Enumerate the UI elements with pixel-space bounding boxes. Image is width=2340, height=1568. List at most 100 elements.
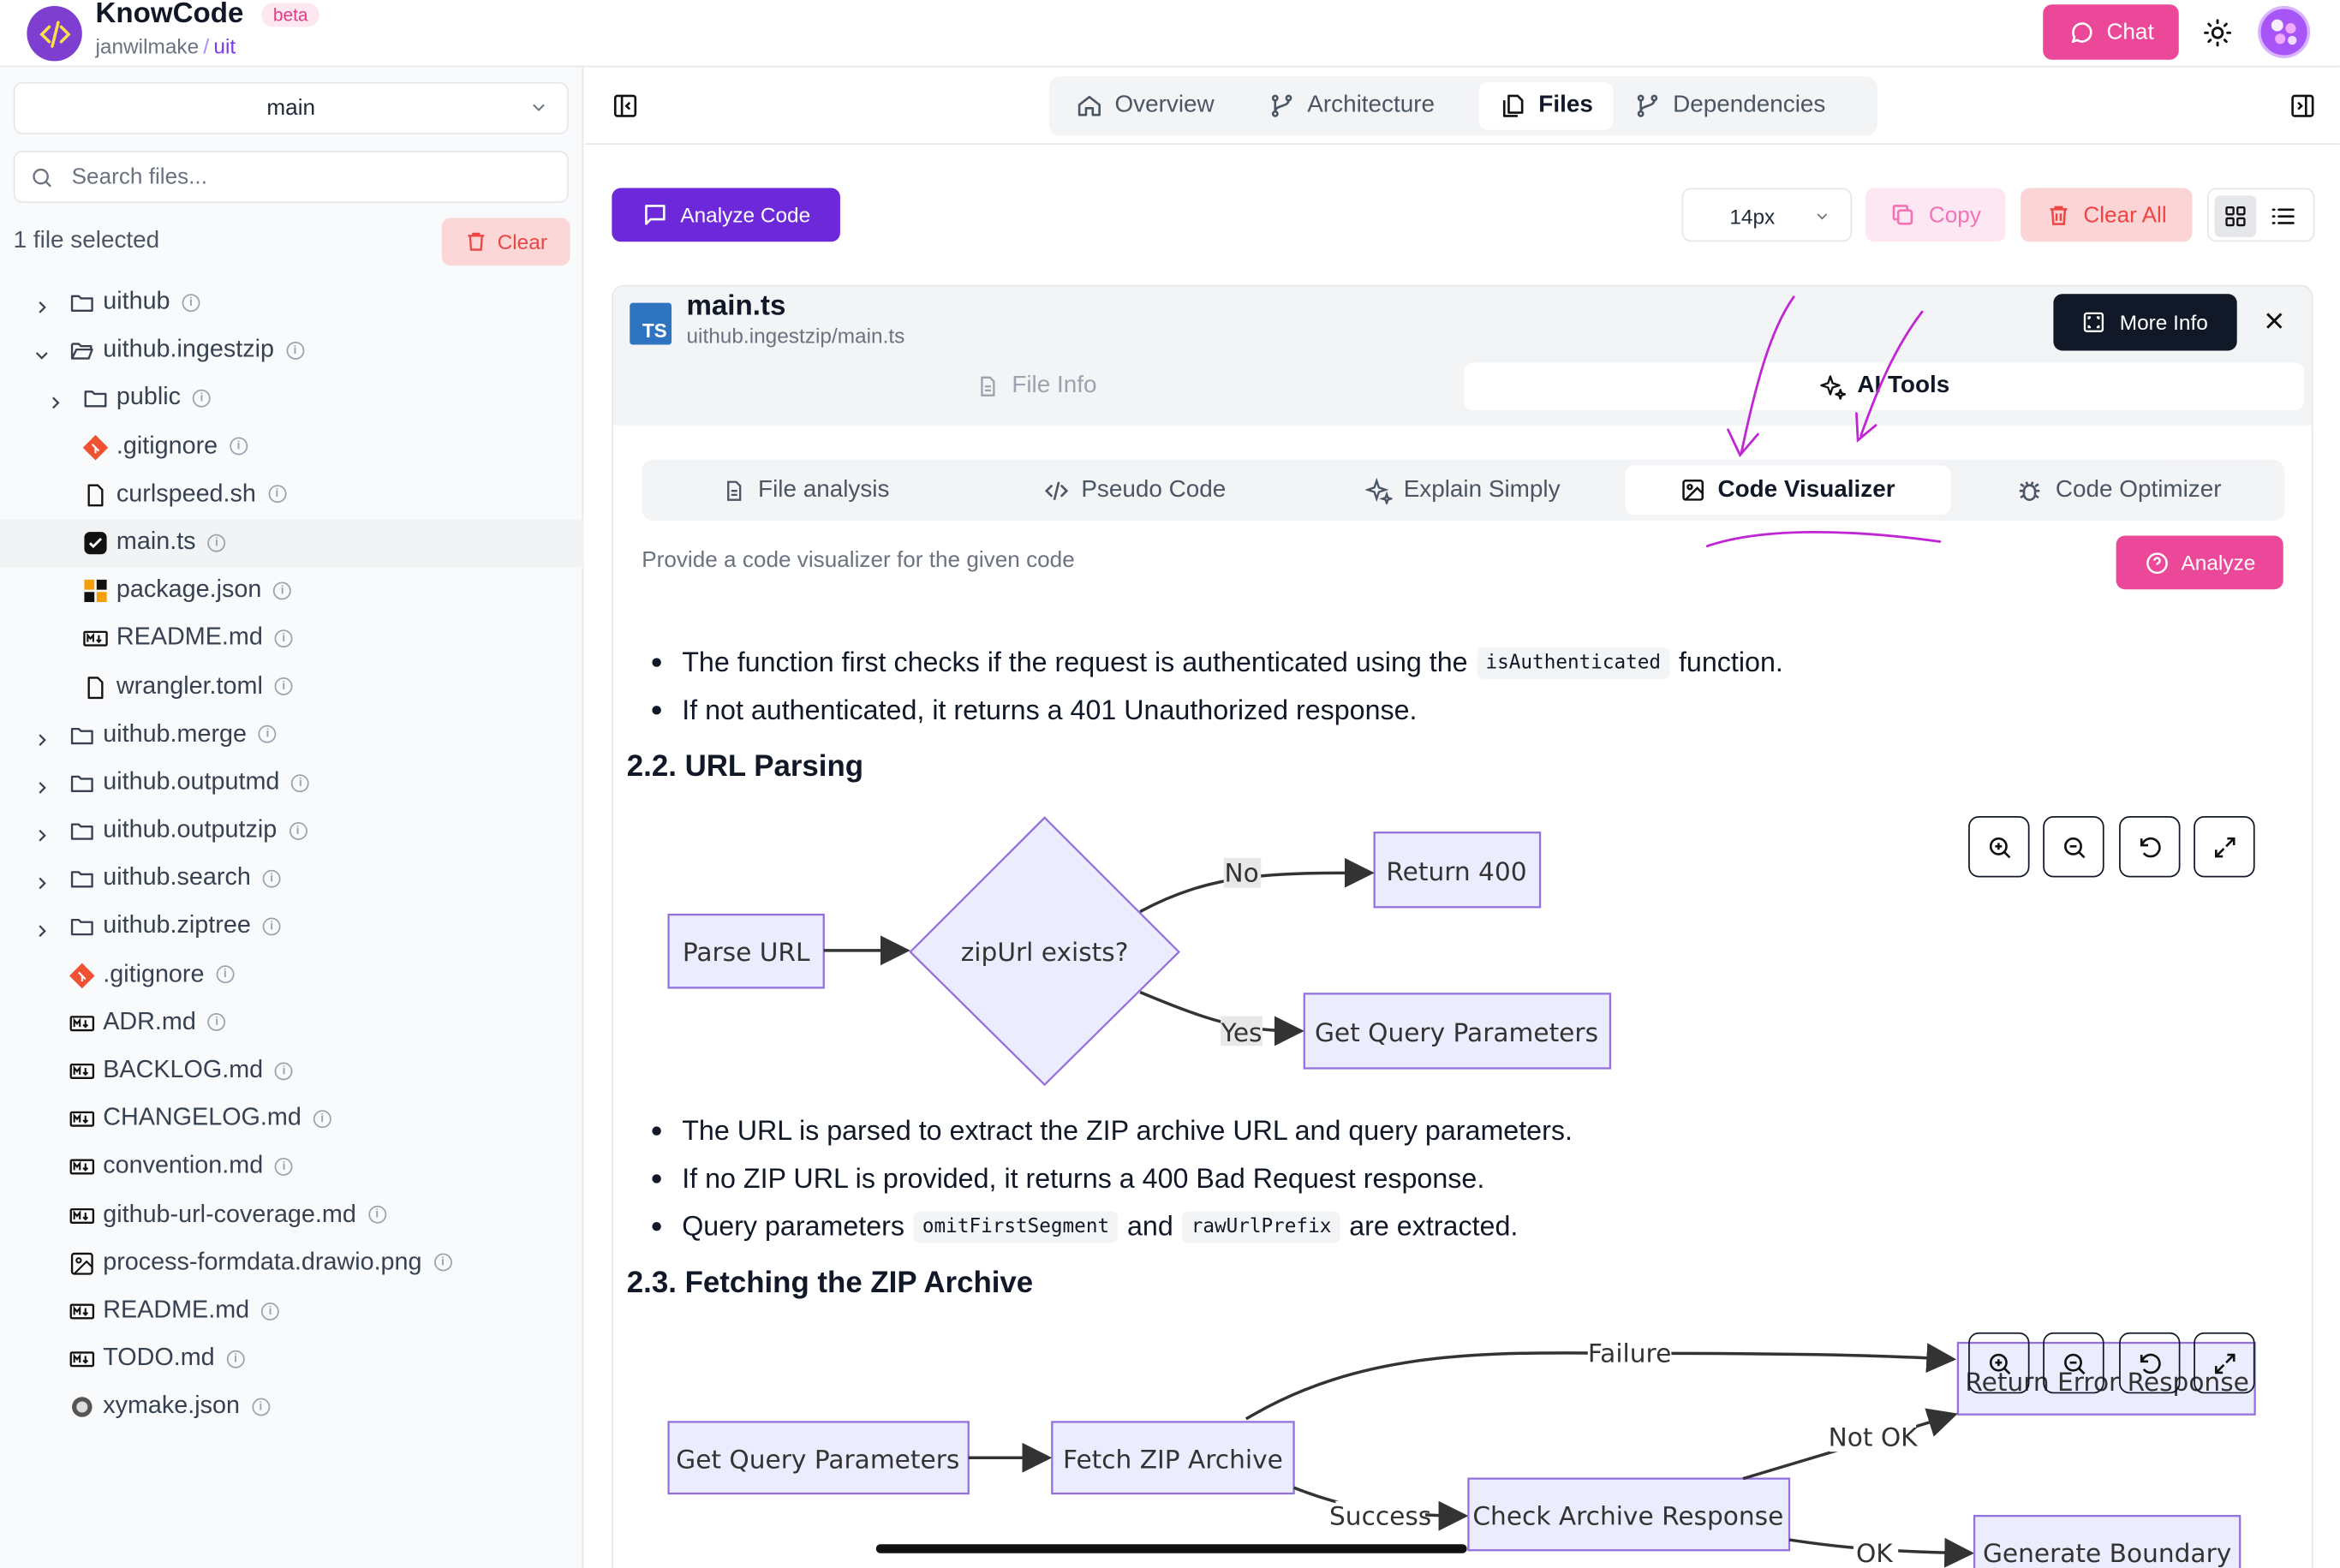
tree-item[interactable]: uithub.search i [0,856,583,903]
knowcode-logo[interactable] [27,5,82,62]
tree-item[interactable]: TODO.md i [0,1336,583,1384]
tree-item[interactable]: .gitignore i [0,951,583,999]
info-icon[interactable]: i [261,1302,280,1321]
tree-item-text: README.md [116,623,263,652]
tree-item[interactable]: process-formdata.drawio.png i [0,1239,583,1287]
tree-item[interactable]: README.md i [0,1287,583,1335]
zoom-out-button[interactable] [2043,1332,2104,1394]
chevron-right-icon[interactable] [33,776,51,804]
tree-item-text: github-url-coverage.md [103,1200,356,1228]
breadcrumb-owner[interactable]: janwilmake [96,34,200,58]
tree-item[interactable]: README.md i [0,615,583,663]
tree-item[interactable]: convention.md i [0,1143,583,1191]
markdown-icon [69,1298,95,1325]
tree-item[interactable]: BACKLOG.md i [0,1047,583,1095]
breadcrumb-repo[interactable]: uit [213,34,236,58]
info-icon[interactable]: i [367,1206,386,1225]
search-placeholder: Search files... [71,164,207,190]
reset-zoom-button[interactable] [2119,1332,2181,1394]
info-icon[interactable]: i [258,725,277,744]
info-icon[interactable]: i [262,917,281,936]
clear-selection-button[interactable]: Clear [441,218,570,266]
info-icon[interactable]: i [291,773,310,792]
expand-button[interactable] [2194,1332,2255,1394]
search-icon [33,168,52,188]
info-icon[interactable]: i [207,534,226,551]
tree-item-label: uithub.search i [103,864,281,892]
info-icon[interactable]: i [274,677,293,696]
theme-toggle-icon[interactable] [2203,18,2233,48]
tree-item[interactable]: uithub.merge i [0,712,583,760]
tree-item-text: uithub.ziptree [103,912,251,939]
info-icon[interactable]: i [226,1350,245,1368]
file-icon [82,481,109,508]
chevron-down-icon [533,104,545,111]
zoom-out-icon [2063,1352,2085,1374]
chevron-right-icon[interactable] [33,920,51,948]
tree-item-text: ADR.md [103,1008,196,1035]
tree-item[interactable]: github-url-coverage.md i [0,1191,583,1239]
info-icon[interactable]: i [267,485,286,504]
info-icon[interactable]: i [285,341,304,360]
breadcrumb: janwilmake / uit [95,34,236,58]
info-icon[interactable]: i [273,581,292,599]
chevron-right-icon[interactable] [46,391,64,420]
folder-icon [82,385,109,412]
info-icon[interactable]: i [289,821,307,840]
tree-item[interactable]: uithub.ziptree i [0,903,583,951]
horizontal-scrollbar[interactable] [875,1544,1467,1553]
chevron-right-icon[interactable] [33,295,51,324]
tree-item-label: uithub i [103,288,200,316]
folder-icon [69,770,95,796]
info-icon[interactable]: i [262,869,281,888]
tree-item[interactable]: uithub i [0,279,583,327]
markdown-icon [82,626,109,653]
info-icon[interactable]: i [274,629,293,648]
chevron-down-icon[interactable] [33,343,51,372]
info-icon[interactable]: i [182,293,200,312]
info-icon[interactable]: i [313,1109,331,1128]
zoom-in-button[interactable] [1968,1332,2030,1394]
tree-item-text: process-formdata.drawio.png [103,1248,422,1276]
edge-label-not-ok: Not OK [1829,1422,1919,1452]
info-icon[interactable]: i [230,437,248,456]
tree-item[interactable]: uithub.outputzip i [0,808,583,856]
tree-item[interactable]: uithub.ingestzip i [0,327,583,375]
folder-icon [69,722,95,748]
tree-item-text: public [116,384,182,411]
chevron-right-icon[interactable] [33,824,51,852]
rotate-ccw-icon [2140,1352,2160,1374]
tree-item[interactable]: wrangler.toml i [0,663,583,711]
info-icon[interactable]: i [275,1061,294,1080]
user-avatar[interactable] [2258,5,2311,58]
chat-button[interactable]: Chat [2043,4,2179,60]
info-icon[interactable]: i [275,1158,294,1176]
tree-item[interactable]: main.ts i [0,519,584,568]
tree-item[interactable]: xymake.json i [0,1384,583,1432]
info-icon[interactable]: i [433,1254,452,1273]
tree-item[interactable]: package.json i [0,567,583,615]
info-icon[interactable]: i [207,1013,226,1032]
info-icon[interactable]: i [251,1398,270,1416]
info-icon[interactable]: i [192,389,211,408]
tree-item[interactable]: ADR.md i [0,999,583,1047]
chevron-right-icon[interactable] [33,872,51,900]
edge-label-success: Success [1329,1502,1431,1531]
info-icon[interactable]: i [216,965,235,984]
tree-item[interactable]: curlspeed.sh i [0,471,583,519]
app-title: KnowCode [95,0,244,30]
tree-item-label: uithub.ingestzip i [103,336,304,364]
markdown-icon [69,1154,95,1180]
node-generate-boundary-label: Generate Boundary [1983,1539,2231,1568]
tree-item[interactable]: CHANGELOG.md i [0,1095,583,1143]
tree-item[interactable]: .gitignore i [0,423,583,471]
search-files-input[interactable]: Search files... [13,150,569,203]
tree-item[interactable]: uithub.outputmd i [0,760,583,808]
tree-item-text: .gitignore [116,432,218,459]
beta-badge: beta [260,3,320,27]
chevron-right-icon[interactable] [33,728,51,756]
tree-item[interactable]: public i [0,375,583,423]
branch-select[interactable]: main [13,81,569,134]
git-icon [69,962,95,988]
tree-item-text: uithub.ingestzip [103,336,275,363]
